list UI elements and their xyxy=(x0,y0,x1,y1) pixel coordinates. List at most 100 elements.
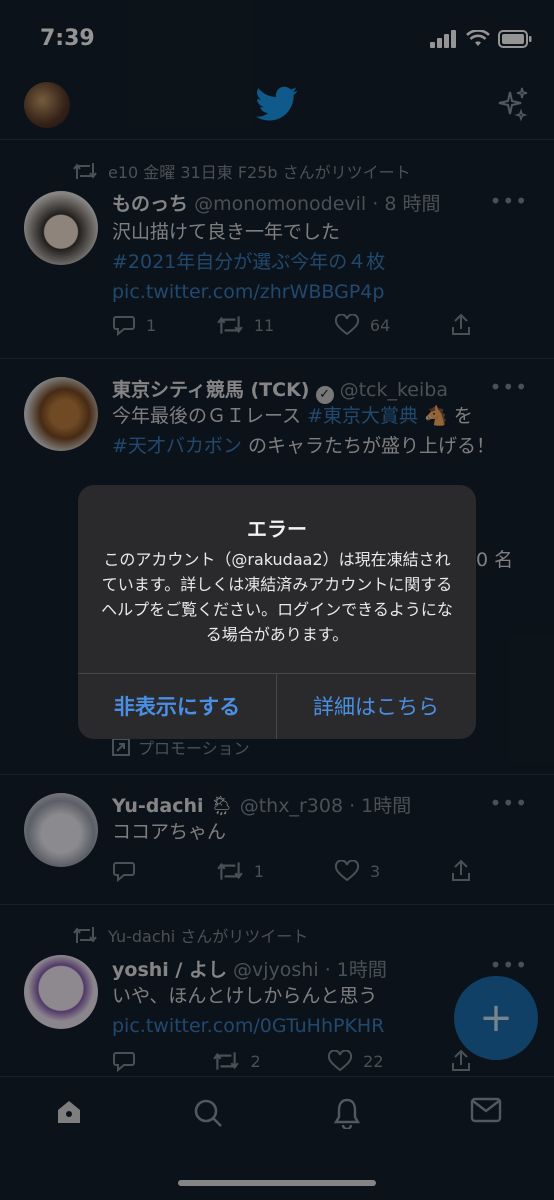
reply-icon xyxy=(113,316,135,336)
compose-tweet-button[interactable]: + xyxy=(454,976,538,1060)
share-button[interactable] xyxy=(450,1049,472,1073)
tweet-text: 今年最後のＧＩレース #東京大賞典 🐴 を #天才バカボン のキャラたちが盛り上… xyxy=(112,401,532,461)
display-name[interactable]: Yu-dachi xyxy=(112,795,204,817)
tweet-actions: 2 22 xyxy=(112,1049,472,1073)
retweet-button[interactable]: 11 xyxy=(216,313,274,337)
like-count: 22 xyxy=(363,1051,384,1071)
dialog-message: このアカウント（@rakudaa2）は現在凍結されています。詳しくは凍結済みアカ… xyxy=(101,550,453,644)
like-count: 3 xyxy=(369,861,381,881)
tweet-author: Yu-dachi 🌦 @thx_r308 · 1時間 xyxy=(112,791,411,818)
retweet-context: e10 金曜 31日東 F25b さんがリツイート xyxy=(72,159,411,183)
tweet-item[interactable]: e10 金曜 31日東 F25b さんがリツイート ものっち @monomono… xyxy=(0,141,554,359)
tweet-text: 沢山描けて良き一年でした #2021年自分が選ぶ今年の４枚 pic.twitte… xyxy=(112,217,532,307)
retweet-count: 11 xyxy=(253,315,275,335)
twitter-bird-icon[interactable] xyxy=(256,86,298,122)
hashtag-link[interactable]: #天才バカボン xyxy=(112,435,242,457)
retweet-icon xyxy=(217,862,243,880)
user-handle[interactable]: @monomonodevil xyxy=(194,193,366,215)
profile-avatar[interactable] xyxy=(24,82,70,128)
share-icon xyxy=(452,1049,470,1071)
reply-icon xyxy=(113,1052,135,1072)
horse-emoji-icon: 🐴 xyxy=(424,405,448,427)
home-indicator xyxy=(178,1180,376,1186)
share-button[interactable] xyxy=(450,313,472,337)
like-icon xyxy=(334,314,359,336)
retweet-count: 2 xyxy=(250,1051,261,1071)
tweet-author: 東京シティ競馬 (TCK) ✓ @tck_keiba xyxy=(112,375,448,404)
more-icon[interactable]: ••• xyxy=(490,791,528,815)
tweet-author: yoshi / よし @vjyoshi · 1時間 xyxy=(112,955,387,982)
weather-emoji-icon: 🌦 xyxy=(209,795,234,817)
tweet-time: · 8 時間 xyxy=(372,193,441,215)
retweet-icon xyxy=(73,163,97,179)
user-avatar[interactable] xyxy=(24,793,98,867)
user-handle[interactable]: @tck_keiba xyxy=(340,379,448,401)
retweet-icon xyxy=(217,316,243,334)
status-time: 7:39 xyxy=(40,26,95,51)
like-icon xyxy=(328,1050,353,1072)
retweet-button[interactable]: 2 xyxy=(212,1049,261,1073)
user-avatar[interactable] xyxy=(24,955,98,1029)
status-bar: 7:39 xyxy=(0,0,554,80)
battery-icon xyxy=(498,30,532,48)
like-button[interactable]: 64 xyxy=(334,313,390,337)
dialog-title: エラー xyxy=(247,517,307,541)
like-icon xyxy=(334,860,359,882)
tweet-text: ココアちゃん xyxy=(112,821,227,843)
tweet-text-segment: のキャラたちが盛り上げる！ xyxy=(247,435,495,457)
partial-text: 0 名 xyxy=(476,549,514,571)
plus-icon: + xyxy=(479,995,513,1041)
retweet-icon xyxy=(213,1052,240,1070)
user-handle[interactable]: @thx_r308 xyxy=(240,795,343,817)
display-name[interactable]: 東京シティ競馬 (TCK) xyxy=(112,379,309,401)
tweet-actions: 1 3 xyxy=(112,859,472,883)
sparkle-icon[interactable] xyxy=(494,86,530,122)
reply-icon xyxy=(113,862,135,882)
hide-button[interactable]: 非表示にする xyxy=(78,673,276,739)
share-button[interactable] xyxy=(450,859,472,883)
user-avatar[interactable] xyxy=(24,377,98,451)
tweet-time: · 1時間 xyxy=(349,795,412,817)
mail-icon[interactable] xyxy=(470,1097,502,1123)
tweet-text-line: 沢山描けて良き一年でした xyxy=(112,221,341,243)
tweet-text-line: #天才バカボン のキャラたちが盛り上げる！ xyxy=(112,431,532,461)
tweet-text-line: 今年最後のＧＩレース #東京大賞典 🐴 を xyxy=(112,401,532,431)
bell-icon[interactable] xyxy=(332,1097,362,1129)
hashtag-link[interactable]: #東京大賞典 xyxy=(307,405,418,427)
tweet-text-segment: を xyxy=(453,405,473,427)
retweet-context-text: Yu-dachi さんがリツイート xyxy=(108,927,309,946)
hashtag-link[interactable]: #2021年自分が選ぶ今年の４枚 xyxy=(112,247,532,277)
retweet-count: 1 xyxy=(253,861,265,881)
details-button[interactable]: 詳細はこちら xyxy=(277,673,475,739)
user-handle[interactable]: @vjyoshi xyxy=(233,959,319,981)
reply-count: 1 xyxy=(146,315,157,335)
display-name[interactable]: ものっち xyxy=(112,193,188,215)
more-icon[interactable]: ••• xyxy=(490,189,528,213)
like-button[interactable]: 22 xyxy=(327,1049,384,1073)
reply-button[interactable]: 1 xyxy=(112,313,156,337)
display-name[interactable]: yoshi / よし xyxy=(112,959,227,981)
retweet-context-text: e10 金曜 31日東 F25b さんがリツイート xyxy=(108,163,411,182)
reply-button[interactable] xyxy=(112,859,146,883)
retweet-context: Yu-dachi さんがリツイート xyxy=(72,923,308,947)
media-link[interactable]: pic.twitter.com/zhrWBBGP4p xyxy=(112,277,532,307)
share-icon xyxy=(451,313,470,335)
like-button[interactable]: 3 xyxy=(334,859,380,883)
promoted-icon xyxy=(112,738,130,756)
error-dialog: エラー このアカウント（@rakudaa2）は現在凍結されています。詳しくは凍結… xyxy=(78,485,476,739)
tweet-item[interactable]: Yu-dachi 🌦 @thx_r308 · 1時間 ••• ココアちゃん 1 … xyxy=(0,775,554,905)
user-avatar[interactable] xyxy=(24,191,98,265)
tweet-author: ものっち @monomonodevil · 8 時間 xyxy=(112,189,440,216)
wifi-icon xyxy=(466,30,490,46)
timeline-header xyxy=(0,76,554,140)
home-icon[interactable] xyxy=(54,1097,84,1127)
retweet-button[interactable]: 1 xyxy=(216,859,264,883)
share-icon xyxy=(452,859,470,881)
search-icon[interactable] xyxy=(192,1097,224,1129)
tweet-actions: 1 11 64 xyxy=(112,313,472,337)
more-icon[interactable]: ••• xyxy=(490,375,528,399)
retweet-icon xyxy=(73,927,97,943)
reply-button[interactable] xyxy=(112,1049,146,1073)
more-icon[interactable]: ••• xyxy=(490,953,528,977)
tweet-text-segment: 今年最後のＧＩレース xyxy=(112,405,302,427)
